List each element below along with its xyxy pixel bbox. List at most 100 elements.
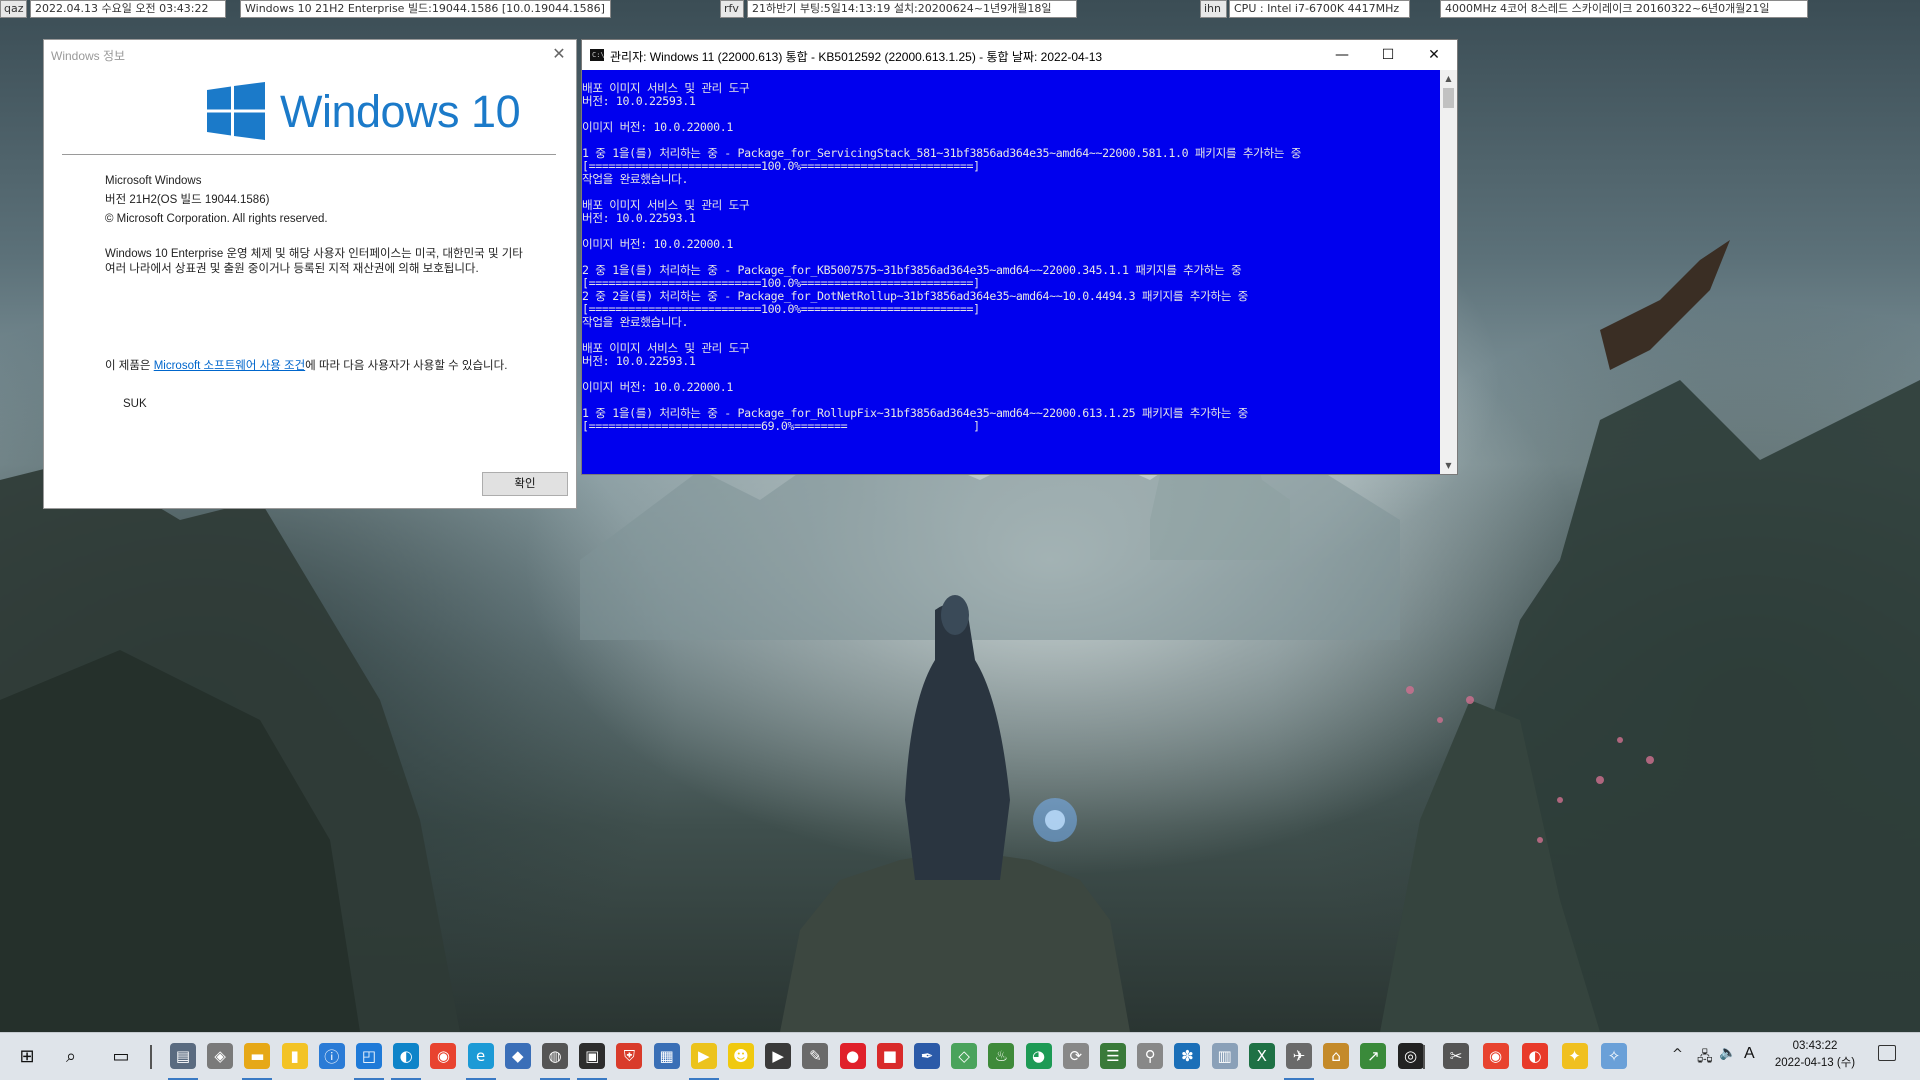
uptime-display: 21하반기 부팅:5일14:13:19 설치:20200624~1년9개월18일 [747,0,1077,18]
clock-date: 2022-04-13 (수) [1774,1057,1856,1069]
info-tag-ihn: ihn [1200,0,1227,18]
console-line: 이미지 버전: 10.0.22000.1 [582,237,734,251]
console-line: 이미지 버전: 10.0.22000.1 [582,380,734,394]
divider [62,154,556,155]
feather-icon[interactable]: ✒ [914,1043,940,1069]
volume-icon[interactable]: 🔈 [1719,1045,1736,1061]
edit-icon[interactable]: ✎ [802,1043,829,1069]
licensed-user: SUK [123,398,147,410]
scroll-thumb[interactable] [1443,88,1454,108]
console-line: 작업을 완료했습니다. [582,172,689,186]
taskbar-separator [1423,1045,1425,1069]
about-legal-text: Windows 10 Enterprise 운영 체제 및 해당 사용자 인터페… [105,248,523,275]
gear-icon[interactable]: ✽ [1174,1043,1201,1069]
red-box-icon[interactable]: ■ [876,1043,903,1069]
close-button[interactable]: ✕ [1411,40,1457,70]
ie-icon[interactable]: e [467,1043,494,1069]
pin-icon[interactable]: ⚲ [1137,1043,1164,1069]
taskbar: ⊞ ⌕ ▭ ▤ ◈ ▬ ▮ ⓘ ◰ ◐ ◉ e ◆ ◍ ▣ ⛨ ▦ ▶ ☻ ▶ ✎ ● ■ ✒ ◇ ♨ ◕ ⟳ ☰ ⚲ ✽ ▥ X ✈ ⌂ ↗ ◎ ✂ ◉ ◐… [0,1032,1920,1080]
console-line: 버전: 10.0.22593.1 [582,354,696,368]
os-build-display: Windows 10 21H2 Enterprise 빌드:19044.1586… [240,0,611,18]
datetime-display: 2022.04.13 수요일 오전 03:43:22 [30,0,226,18]
cmd-icon[interactable]: ▣ [579,1043,606,1069]
network-status-icon[interactable]: 🖧 [1697,1046,1713,1070]
console-line: 버전: 10.0.22593.1 [582,94,696,108]
red-circle-icon[interactable]: ● [839,1043,866,1069]
taskbar-clock[interactable]: 03:43:22 2022-04-13 (수) [1768,1038,1862,1072]
console-titlebar[interactable]: C:\ 관리자: Windows 11 (22000.613) 통합 - KB5… [582,40,1457,70]
refresh-icon[interactable]: ⟳ [1062,1043,1089,1069]
cpu-display: CPU : Intel i7-6700K 4417MHz [1229,0,1410,18]
cd-icon[interactable]: ◎ [1397,1043,1424,1069]
edge-icon[interactable]: ◐ [393,1043,420,1069]
file-explorer-icon[interactable]: ▬ [244,1043,271,1069]
license-suffix: 에 따라 다음 사용자가 사용할 수 있습니다. [305,360,508,372]
console-title: 관리자: Windows 11 (22000.613) 통합 - KB50125… [610,50,1103,64]
scanner-icon[interactable]: ▤ [170,1043,196,1069]
maximize-button[interactable]: ☐ [1365,40,1411,70]
clock-time: 03:43:22 [1792,1040,1838,1052]
notepad-icon[interactable]: ▮ [281,1043,308,1069]
scroll-up-icon[interactable]: ▲ [1440,70,1457,87]
memory-display: 4000MHz 4코어 8스레드 스카이레이크 20160322~6년0개월21… [1440,0,1808,18]
console-line: 작업을 완료했습니다. [582,315,689,329]
chevron-up-icon[interactable]: ^ [1672,1047,1683,1062]
plane-icon[interactable]: ✈ [1286,1043,1312,1069]
scroll-down-icon[interactable]: ▼ [1440,457,1457,474]
console-line: [==========================69.0%========… [582,419,980,433]
folder-icon[interactable]: ⌂ [1323,1043,1350,1069]
search-icon[interactable]: ⌕ [58,1043,84,1069]
potplayer-icon[interactable]: ▶ [690,1043,717,1069]
about-license-text: 이 제품은 Microsoft 소프트웨어 사용 조건에 따라 다음 사용자가 … [105,359,515,374]
box-icon[interactable]: ◆ [504,1043,531,1069]
tool-icon[interactable]: ◈ [207,1043,234,1069]
console-line: 버전: 10.0.22593.1 [582,211,696,225]
product-name: Windows 10 [280,86,521,137]
window-icon[interactable]: ◰ [356,1043,382,1069]
about-copyright: © Microsoft Corporation. All rights rese… [105,213,328,225]
doc-icon[interactable]: ▥ [1211,1043,1238,1069]
start-icon[interactable]: ⊞ [14,1043,40,1069]
about-title: Windows 정보 [51,49,126,63]
console-line: 이미지 버전: 10.0.22000.1 [582,120,734,134]
chart-icon[interactable]: ↗ [1360,1043,1387,1069]
kakao-icon[interactable]: ☻ [728,1043,754,1069]
license-prefix: 이 제품은 [105,360,154,372]
disk-icon[interactable]: ◍ [542,1043,568,1069]
ime-indicator[interactable]: A [1744,1045,1755,1063]
cmd-icon: C:\ [590,49,605,61]
movie-icon[interactable]: ▶ [765,1043,792,1069]
notification-icon[interactable] [1878,1045,1896,1061]
minimize-button[interactable]: — [1319,40,1365,70]
about-titlebar[interactable]: Windows 정보 ✕ [44,40,576,70]
console-scrollbar[interactable]: ▲ ▼ [1440,70,1457,474]
scissors-icon[interactable]: ✂ [1443,1043,1469,1069]
taskbar-separator [150,1045,152,1069]
task-view-icon[interactable]: ▭ [108,1043,134,1069]
close-icon[interactable]: ✕ [548,43,570,65]
chrome-icon[interactable]: ◉ [430,1043,457,1069]
console-output[interactable]: 배포 이미지 서비스 및 관리 도구 버전: 10.0.22593.1 이미지 버전… [582,70,1441,474]
shield-icon[interactable]: ⛨ [616,1043,643,1069]
bird-icon[interactable]: ✧ [1601,1043,1627,1069]
excel-icon[interactable]: X [1248,1043,1275,1069]
about-version: 버전 21H2(OS 빌드 19044.1586) [105,194,270,206]
about-windows-dialog: Windows 정보 ✕ Windows 10 Microsoft Window… [43,39,577,509]
diamond-icon[interactable]: ◇ [951,1043,978,1069]
windows-flag-icon [207,82,265,140]
info-tag-rfv: rfv [720,0,744,18]
info-icon[interactable]: ⓘ [318,1043,345,1069]
star-icon[interactable]: ✦ [1561,1043,1588,1069]
monitor-icon[interactable]: ▦ [653,1043,680,1069]
globe-icon[interactable]: ◕ [1025,1043,1052,1069]
bottle-icon[interactable]: ♨ [988,1043,1015,1069]
pie-icon[interactable]: ◐ [1522,1043,1548,1069]
ok-button[interactable]: 확인 [482,472,568,496]
chrome2-icon[interactable]: ◉ [1482,1043,1509,1069]
windows-logo: Windows 10 [162,82,522,144]
console-window: C:\ 관리자: Windows 11 (22000.613) 통합 - KB5… [581,39,1458,475]
network-icon[interactable]: ☰ [1100,1043,1126,1069]
license-terms-link[interactable]: Microsoft 소프트웨어 사용 조건 [154,360,305,372]
about-line-1: Microsoft Windows [105,175,202,187]
info-tag-qaz: qaz [0,0,27,18]
